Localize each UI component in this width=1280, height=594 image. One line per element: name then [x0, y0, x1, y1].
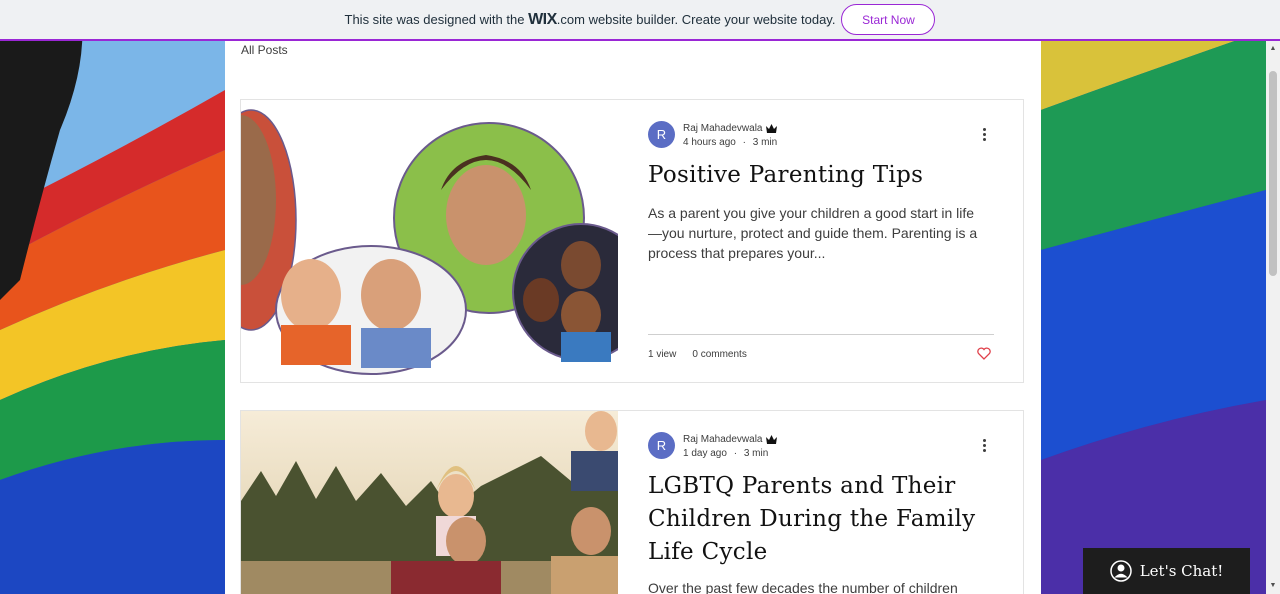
chat-label: Let's Chat!	[1139, 562, 1224, 580]
scroll-down-arrow-icon[interactable]: ▼	[1269, 582, 1277, 590]
post-meta: 4 hours ago · 3 min	[683, 137, 777, 148]
banner-text-after: .com website builder. Create your websit…	[556, 11, 836, 27]
post-cover-image[interactable]	[241, 411, 618, 594]
author-name[interactable]: Raj Mahadevwala	[683, 123, 777, 134]
view-count: 1 view	[648, 349, 677, 360]
blog-feed: All Posts R Raj Mahadevwala 4 hours ago …	[225, 0, 1041, 594]
comment-count[interactable]: 0 comments	[692, 349, 746, 360]
author-avatar[interactable]: R	[648, 121, 675, 148]
meta-separator: ·	[742, 137, 746, 148]
post-time: 4 hours ago	[683, 137, 736, 148]
all-posts-link[interactable]: All Posts	[241, 43, 288, 57]
chat-widget[interactable]: Let's Chat!	[1083, 548, 1250, 594]
more-options-icon[interactable]	[978, 124, 990, 144]
post-time: 1 day ago	[683, 448, 727, 459]
start-now-button[interactable]: Start Now	[841, 4, 936, 35]
banner-text-before: This site was designed with the	[344, 11, 529, 27]
post-card[interactable]: R Raj Mahadevwala 4 hours ago · 3 min Po…	[240, 99, 1024, 383]
chat-person-icon	[1109, 560, 1132, 582]
post-excerpt[interactable]: As a parent you give your children a goo…	[648, 203, 988, 263]
background-flag-left	[0, 0, 225, 594]
author-name[interactable]: Raj Mahadevwala	[683, 434, 777, 445]
page-scrollbar[interactable]: ▲ ▼	[1266, 41, 1280, 594]
post-meta: 1 day ago · 3 min	[683, 448, 768, 459]
post-title[interactable]: Positive Parenting Tips	[648, 159, 994, 192]
wix-banner: This site was designed with the WIX.com …	[0, 0, 1280, 41]
post-excerpt[interactable]: Over the past few decades the number of …	[648, 578, 988, 594]
post-title[interactable]: LGBTQ Parents and Their Children During …	[648, 470, 994, 569]
crown-icon	[765, 124, 777, 133]
heart-icon[interactable]	[977, 347, 991, 360]
crown-icon	[765, 435, 777, 444]
read-time: 3 min	[752, 137, 778, 148]
post-stats: 1 view 0 comments	[648, 349, 747, 360]
author-avatar[interactable]: R	[648, 432, 675, 459]
scroll-thumb[interactable]	[1269, 71, 1277, 276]
meta-separator: ·	[733, 448, 738, 459]
author-name-text: Raj Mahadevwala	[683, 434, 763, 445]
post-cover-image[interactable]	[241, 100, 650, 382]
read-time: 3 min	[743, 448, 769, 459]
scroll-up-arrow-icon[interactable]: ▲	[1269, 45, 1277, 53]
more-options-icon[interactable]	[978, 435, 990, 455]
post-card[interactable]: R Raj Mahadevwala 1 day ago · 3 min LGBT…	[240, 410, 1024, 594]
wix-logo[interactable]: WIX	[528, 11, 557, 28]
wix-banner-text: This site was designed with the WIX.com …	[345, 11, 836, 29]
background-flag-right	[1041, 0, 1266, 594]
post-divider	[648, 334, 994, 335]
author-name-text: Raj Mahadevwala	[683, 123, 763, 134]
